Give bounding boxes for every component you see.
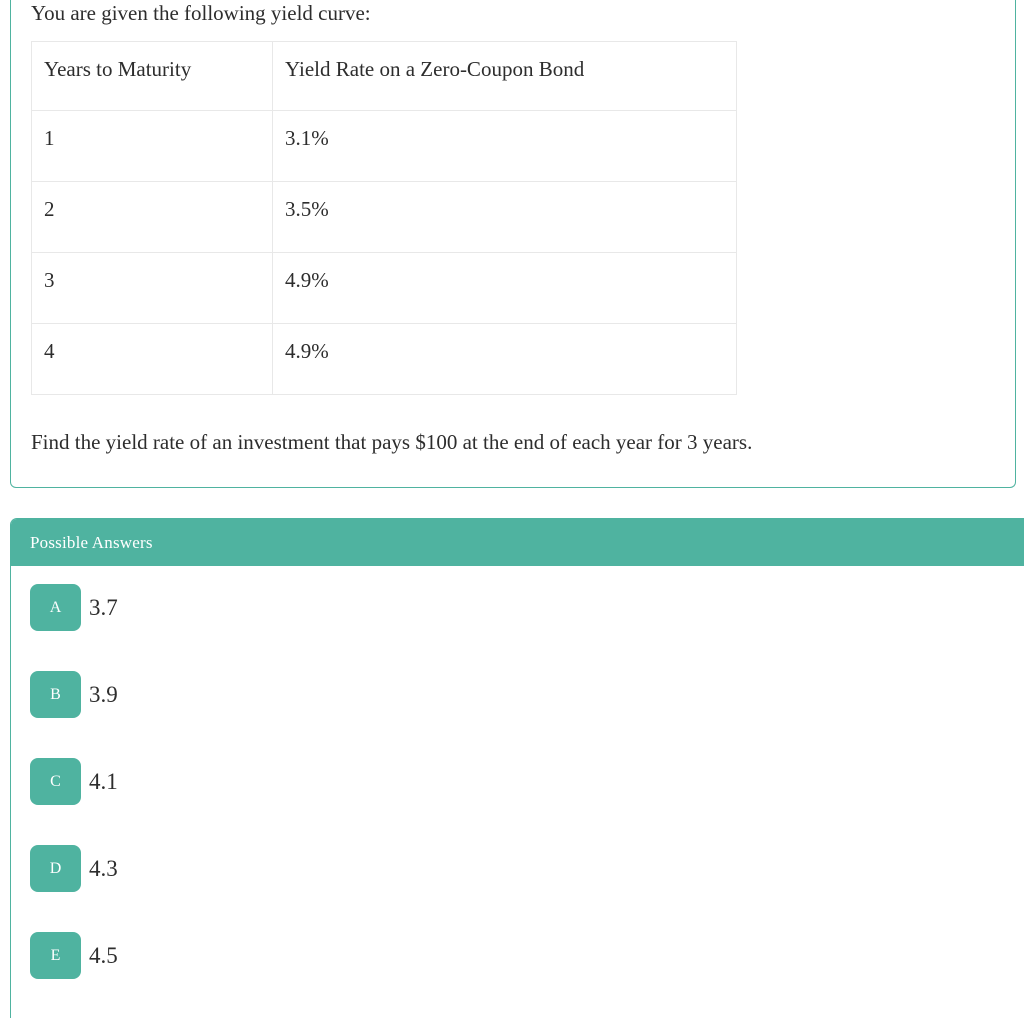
- cell-yield: 4.9%: [272, 252, 737, 324]
- answer-option-b[interactable]: B 3.9: [11, 671, 1024, 718]
- table-row: 4 4.9%: [31, 323, 737, 395]
- question-intro-text: You are given the following yield curve:: [31, 1, 371, 25]
- cell-years: 2: [31, 181, 273, 253]
- table-row: 2 3.5%: [31, 181, 737, 253]
- table-row: 3 4.9%: [31, 252, 737, 324]
- answer-letter: E: [50, 946, 61, 964]
- question-prompt-text: Find the yield rate of an investment tha…: [31, 430, 753, 454]
- answer-letter: D: [49, 859, 62, 877]
- question-body: You are given the following yield curve:…: [31, 0, 999, 395]
- answer-option-d[interactable]: D 4.3: [11, 845, 1024, 892]
- answer-letter: A: [49, 598, 62, 616]
- answer-letter: C: [50, 772, 61, 790]
- answer-badge-e[interactable]: E: [30, 932, 81, 979]
- answer-badge-c[interactable]: C: [30, 758, 81, 805]
- answer-option-a[interactable]: A 3.7: [11, 584, 1024, 631]
- answer-letter: B: [50, 685, 61, 703]
- possible-answers-title: Possible Answers: [30, 532, 153, 552]
- possible-answers-panel: Possible Answers A 3.7 B 3.9 C 4.1 D 4.3: [10, 518, 1024, 1018]
- answer-badge-d[interactable]: D: [30, 845, 81, 892]
- answer-badge-a[interactable]: A: [30, 584, 81, 631]
- answer-options-list: A 3.7 B 3.9 C 4.1 D 4.3 E 4.5: [11, 566, 1024, 979]
- answer-value: 4.1: [89, 769, 118, 794]
- table-header-row: Years to Maturity Yield Rate on a Zero-C…: [31, 41, 737, 111]
- answer-badge-b[interactable]: B: [30, 671, 81, 718]
- column-header-yield-rate: Yield Rate on a Zero-Coupon Bond: [272, 41, 737, 111]
- possible-answers-header: Possible Answers: [11, 519, 1024, 566]
- answer-value: 4.5: [89, 943, 118, 968]
- answer-option-c[interactable]: C 4.1: [11, 758, 1024, 805]
- answer-option-e[interactable]: E 4.5: [11, 932, 1024, 979]
- cell-yield: 3.5%: [272, 181, 737, 253]
- cell-years: 3: [31, 252, 273, 324]
- cell-years: 1: [31, 110, 273, 182]
- cell-yield: 3.1%: [272, 110, 737, 182]
- cell-years: 4: [31, 323, 273, 395]
- answer-value: 3.9: [89, 682, 118, 707]
- question-card: You are given the following yield curve:…: [10, 0, 1016, 488]
- cell-yield: 4.9%: [272, 323, 737, 395]
- answer-value: 4.3: [89, 856, 118, 881]
- answer-value: 3.7: [89, 595, 118, 620]
- yield-curve-table: Years to Maturity Yield Rate on a Zero-C…: [31, 41, 737, 395]
- column-header-years: Years to Maturity: [31, 41, 273, 111]
- table-row: 1 3.1%: [31, 110, 737, 182]
